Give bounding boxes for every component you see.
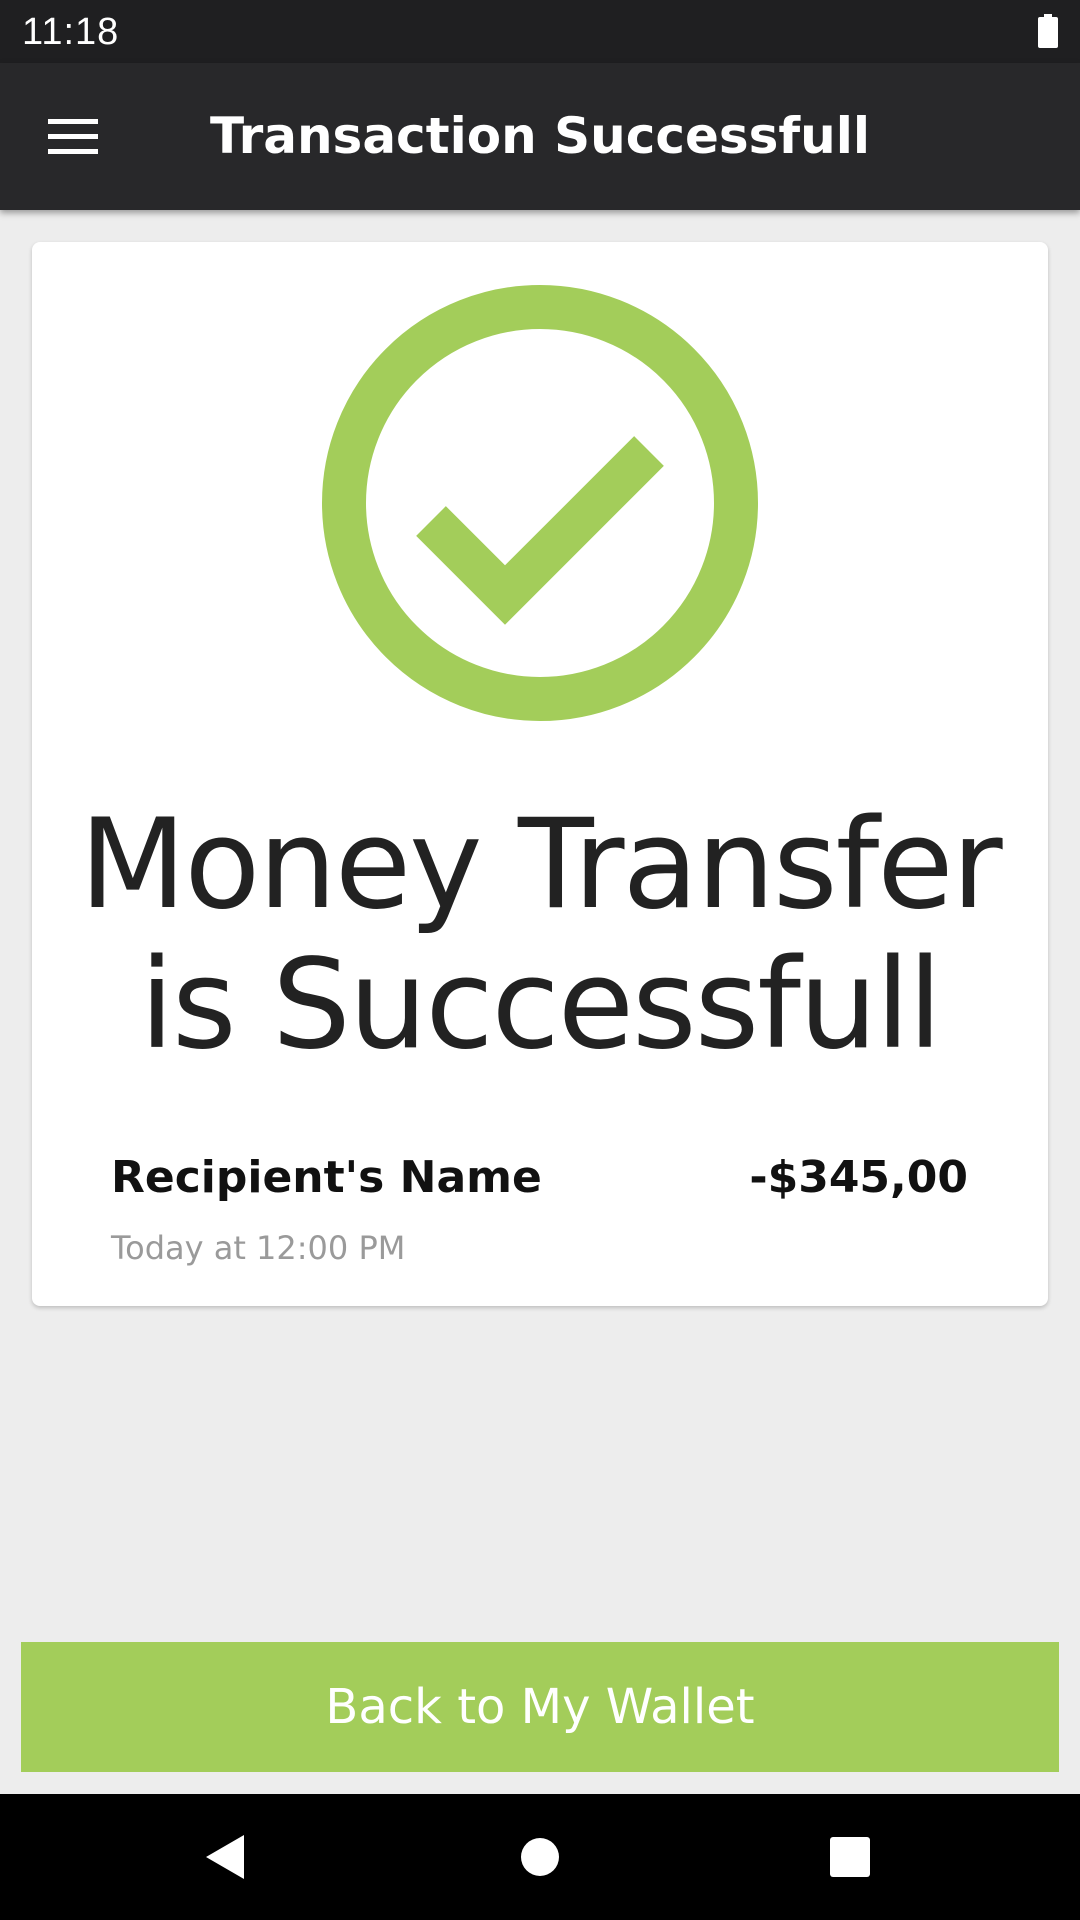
status-time: 11:18: [22, 11, 120, 53]
transfer-amount: -$345,00: [749, 1152, 968, 1203]
recents-square-icon[interactable]: [790, 1794, 910, 1920]
home-circle-icon[interactable]: [480, 1794, 600, 1920]
back-triangle-icon[interactable]: [165, 1794, 285, 1920]
battery-full-icon: [1038, 14, 1058, 48]
app-bar: Transaction Successfull: [0, 63, 1080, 210]
transaction-card: Money Transfer is Successfull Recipient'…: [32, 242, 1048, 1306]
recipient-name: Recipient's Name: [111, 1152, 542, 1203]
status-bar: 11:18: [0, 0, 1080, 63]
transaction-time: Today at 12:00 PM: [111, 1229, 406, 1267]
page-title: Transaction Successfull: [209, 107, 871, 165]
navigation-bar: [0, 1794, 1080, 1920]
check-circle-icon: [321, 284, 759, 722]
back-to-wallet-button[interactable]: Back to My Wallet: [21, 1642, 1059, 1772]
success-headline: Money Transfer is Successfull: [79, 793, 1002, 1077]
